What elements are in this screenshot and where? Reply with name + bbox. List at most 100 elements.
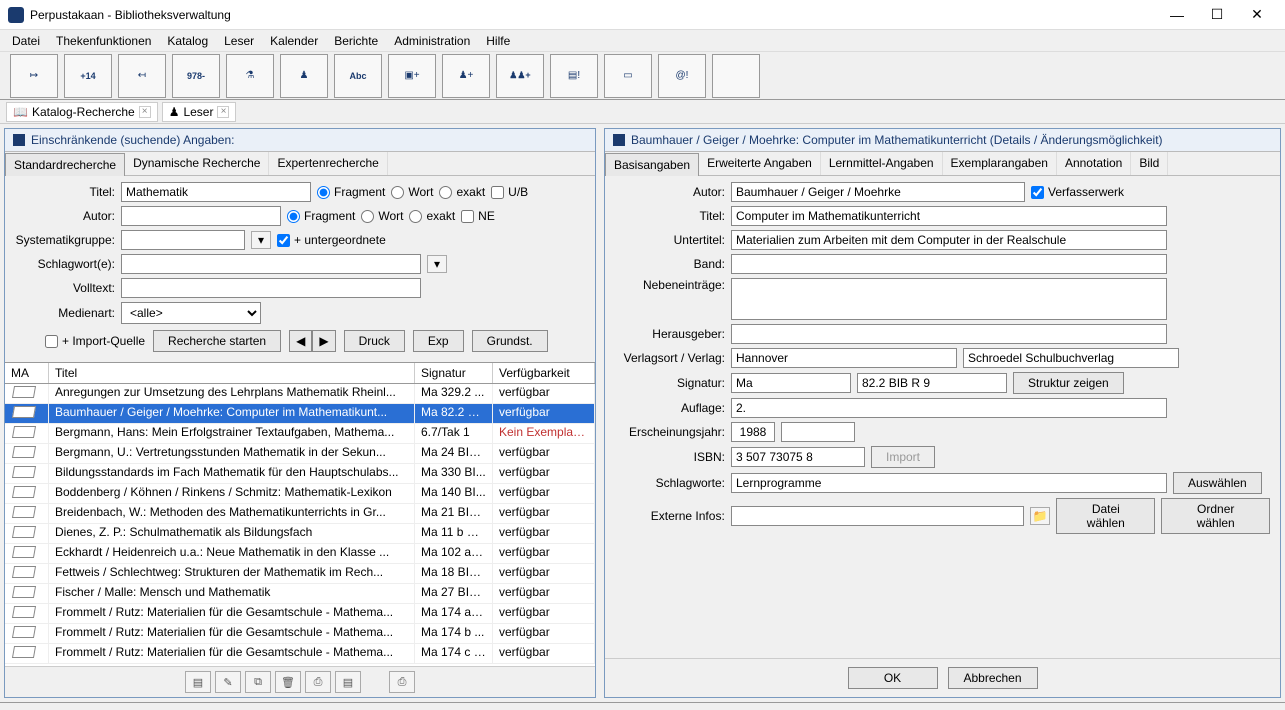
result-row[interactable]: Eckhardt / Heidenreich u.a.: Neue Mathem… xyxy=(5,544,595,564)
menu-katalog[interactable]: Katalog xyxy=(159,32,216,50)
titel-ub-check[interactable]: U/B xyxy=(491,185,528,199)
doctab-katalogrecherche[interactable]: 📖 Katalog-Recherche × xyxy=(6,102,158,122)
r-sig1-input[interactable] xyxy=(731,373,851,393)
result-row[interactable]: Bergmann, Hans: Mein Erfolgstrainer Text… xyxy=(5,424,595,444)
result-row[interactable]: Breidenbach, W.: Methoden des Mathematik… xyxy=(5,504,595,524)
col-signatur[interactable]: Signatur xyxy=(415,363,493,383)
auswaehlen-button[interactable]: Auswählen xyxy=(1173,472,1262,494)
menu-leser[interactable]: Leser xyxy=(216,32,262,50)
r-jahr-input[interactable] xyxy=(731,422,775,442)
r-verlag-input[interactable] xyxy=(963,348,1179,368)
r-isbn-input[interactable] xyxy=(731,447,865,467)
r-schlagworte-input[interactable] xyxy=(731,473,1167,493)
mail-alert-icon[interactable]: @! xyxy=(658,54,706,98)
export-icon[interactable]: ▤ xyxy=(335,671,361,693)
result-row[interactable]: Dienes, Z. P.: Schulmathematik als Bildu… xyxy=(5,524,595,544)
menu-hilfe[interactable]: Hilfe xyxy=(478,32,518,50)
adduser-icon[interactable]: ♟+ xyxy=(442,54,490,98)
autor-fragment-radio[interactable]: Fragment xyxy=(287,209,355,223)
close-tab-icon[interactable]: × xyxy=(139,106,151,118)
titel-wort-radio[interactable]: Wort xyxy=(391,185,433,199)
result-row[interactable]: Frommelt / Rutz: Materialien für die Ges… xyxy=(5,624,595,644)
r-autor-input[interactable] xyxy=(731,182,1025,202)
r-neben-textarea[interactable] xyxy=(731,278,1167,320)
lend-icon[interactable]: ↦ xyxy=(10,54,58,98)
titel-fragment-radio[interactable]: Fragment xyxy=(317,185,385,199)
autor-input[interactable] xyxy=(121,206,281,226)
print2-icon[interactable]: ⎙ xyxy=(389,671,415,693)
edit-icon[interactable]: ✎ xyxy=(215,671,241,693)
new-icon[interactable]: ▤ xyxy=(185,671,211,693)
r-herausgeber-input[interactable] xyxy=(731,324,1167,344)
druck-button[interactable]: Druck xyxy=(344,330,405,352)
exp-button[interactable]: Exp xyxy=(413,330,464,352)
result-row[interactable]: Anregungen zur Umsetzung des Lehrplans M… xyxy=(5,384,595,404)
menu-berichte[interactable]: Berichte xyxy=(326,32,386,50)
struktur-button[interactable]: Struktur zeigen xyxy=(1013,372,1124,394)
r-titel-input[interactable] xyxy=(731,206,1167,226)
addbook-icon[interactable]: ▣+ xyxy=(388,54,436,98)
folder-icon[interactable]: 📁 xyxy=(1030,507,1050,525)
doctab-leser[interactable]: ♟ Leser × xyxy=(162,102,237,122)
col-verfuegbarkeit[interactable]: Verfügbarkeit xyxy=(493,363,595,383)
detailtab-3[interactable]: Exemplarangaben xyxy=(943,152,1057,175)
systematik-input[interactable] xyxy=(121,230,245,250)
titel-input[interactable] xyxy=(121,182,311,202)
r-sig2-input[interactable] xyxy=(857,373,1007,393)
ok-button[interactable]: OK xyxy=(848,667,938,689)
searchtab-1[interactable]: Dynamische Recherche xyxy=(125,152,269,175)
results-body[interactable]: Anregungen zur Umsetzung des Lehrplans M… xyxy=(5,384,595,666)
abbrechen-button[interactable]: Abbrechen xyxy=(948,667,1038,689)
searchtab-0[interactable]: Standardrecherche xyxy=(5,153,125,176)
next-button[interactable]: ▶ xyxy=(312,330,335,352)
result-row[interactable]: Frommelt / Rutz: Materialien für die Ges… xyxy=(5,604,595,624)
autor-ne-check[interactable]: NE xyxy=(461,209,495,223)
datei-button[interactable]: Datei wählen xyxy=(1056,498,1155,534)
r-band-input[interactable] xyxy=(731,254,1167,274)
label-icon[interactable]: Abc xyxy=(334,54,382,98)
result-row[interactable]: Boddenberg / Köhnen / Rinkens / Schmitz:… xyxy=(5,484,595,504)
doc-alert-icon[interactable]: ▤! xyxy=(550,54,598,98)
col-titel[interactable]: Titel xyxy=(49,363,415,383)
extend-icon[interactable]: +14 xyxy=(64,54,112,98)
maximize-button[interactable]: ☐ xyxy=(1197,1,1237,29)
result-row[interactable]: Fischer / Malle: Mensch und MathematikMa… xyxy=(5,584,595,604)
detailtab-4[interactable]: Annotation xyxy=(1057,152,1131,175)
untergeordnete-check[interactable]: + untergeordnete xyxy=(277,233,386,247)
detailtab-0[interactable]: Basisangaben xyxy=(605,153,699,176)
detailtab-1[interactable]: Erweiterte Angaben xyxy=(699,152,821,175)
close-button[interactable]: ✕ xyxy=(1237,1,1277,29)
col-ma[interactable]: MA xyxy=(5,363,49,383)
schlagwort-browse-icon[interactable]: ▾ xyxy=(427,255,447,273)
isbn-icon[interactable]: 978- xyxy=(172,54,220,98)
stamp-icon[interactable]: ▭ xyxy=(604,54,652,98)
result-row[interactable]: Baumhauer / Geiger / Moehrke: Computer i… xyxy=(5,404,595,424)
medienart-select[interactable]: <alle> xyxy=(121,302,261,324)
result-row[interactable]: Frommelt / Rutz: Materialien für die Ges… xyxy=(5,644,595,664)
blank-icon[interactable] xyxy=(712,54,760,98)
schlagwort-input[interactable] xyxy=(121,254,421,274)
detailtab-5[interactable]: Bild xyxy=(1131,152,1168,175)
menu-thekenfunktionen[interactable]: Thekenfunktionen xyxy=(48,32,159,50)
menu-kalender[interactable]: Kalender xyxy=(262,32,326,50)
r-externe-input[interactable] xyxy=(731,506,1024,526)
result-row[interactable]: Bildungsstandards im Fach Mathematik für… xyxy=(5,464,595,484)
result-row[interactable]: Fettweis / Schlechtweg: Strukturen der M… xyxy=(5,564,595,584)
r-auflage-input[interactable] xyxy=(731,398,1167,418)
import-button[interactable]: Import xyxy=(871,446,935,468)
copy-icon[interactable]: ⧉ xyxy=(245,671,271,693)
r-jahr2-input[interactable] xyxy=(781,422,855,442)
menu-datei[interactable]: Datei xyxy=(4,32,48,50)
searchtab-2[interactable]: Expertenrecherche xyxy=(269,152,387,175)
systematik-browse-icon[interactable]: ▾ xyxy=(251,231,271,249)
recherche-button[interactable]: Recherche starten xyxy=(153,330,281,352)
grundst-button[interactable]: Grundst. xyxy=(472,330,548,352)
detailtab-2[interactable]: Lernmittel-Angaben xyxy=(821,152,943,175)
titel-exakt-radio[interactable]: exakt xyxy=(439,185,485,199)
minimize-button[interactable]: — xyxy=(1157,1,1197,29)
autor-wort-radio[interactable]: Wort xyxy=(361,209,403,223)
r-untertitel-input[interactable] xyxy=(731,230,1167,250)
result-row[interactable]: Bergmann, U.: Vertretungsstunden Mathema… xyxy=(5,444,595,464)
reader-icon[interactable]: ♟ xyxy=(280,54,328,98)
r-verlagsort-input[interactable] xyxy=(731,348,957,368)
